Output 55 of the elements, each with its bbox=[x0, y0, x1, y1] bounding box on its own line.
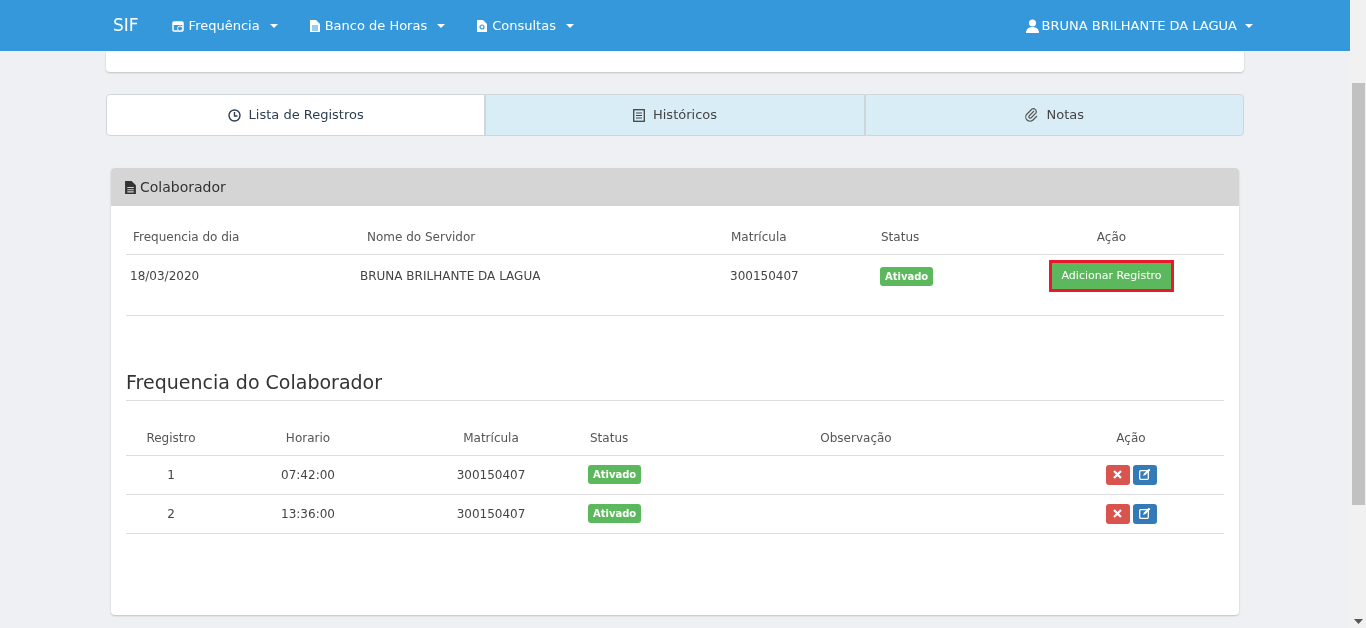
nav-menu[interactable]: Banco de Horas bbox=[309, 15, 446, 36]
column-header: Nome do Servidor bbox=[366, 229, 477, 246]
document-search-icon bbox=[477, 19, 488, 32]
table-cell-text: 13:36:00 bbox=[280, 505, 336, 523]
caret-icon bbox=[1245, 23, 1253, 28]
add-record-button[interactable]: Adicionar Registro bbox=[1051, 262, 1172, 290]
edit-button[interactable] bbox=[1132, 503, 1157, 524]
section-title: Frequencia do Colaborador bbox=[126, 368, 1224, 401]
column-header: Ação bbox=[1115, 429, 1147, 447]
list-icon bbox=[632, 108, 645, 122]
edit-button[interactable] bbox=[1132, 464, 1157, 485]
delete-button[interactable] bbox=[1105, 503, 1130, 524]
column-header: Horario bbox=[284, 429, 332, 447]
column-header: Matrícula bbox=[462, 429, 520, 447]
close-icon bbox=[1113, 509, 1122, 518]
paperclip-icon bbox=[1024, 108, 1039, 122]
tab[interactable]: Lista de Registros bbox=[106, 94, 486, 136]
scroll-down-icon[interactable] bbox=[1353, 619, 1363, 624]
table-cell-text: 18/03/2020 bbox=[129, 268, 201, 285]
tab[interactable]: Históricos bbox=[485, 94, 865, 136]
caret-icon bbox=[565, 23, 574, 28]
caret-icon bbox=[437, 23, 446, 28]
column-header: Registro bbox=[145, 429, 197, 447]
column-header: Ação bbox=[1095, 229, 1128, 246]
user-icon bbox=[1025, 18, 1039, 33]
status-badge: Ativado bbox=[588, 504, 642, 523]
tab[interactable]: Notas bbox=[864, 94, 1244, 136]
status-badge: Ativado bbox=[588, 465, 642, 484]
caret-icon bbox=[269, 23, 278, 28]
table-cell-text: 300150407 bbox=[455, 505, 527, 523]
column-header: Status bbox=[880, 229, 921, 246]
table-cell-text: 07:42:00 bbox=[280, 466, 336, 484]
clock-icon bbox=[227, 108, 241, 122]
nav-menu[interactable]: Consultas bbox=[477, 15, 574, 36]
user-menu[interactable]: BRUNA BRILHANTE DA LAGUA bbox=[1025, 15, 1253, 36]
edit-icon bbox=[1139, 508, 1150, 519]
nav-menu[interactable]: Frequência bbox=[171, 15, 278, 36]
calendar-icon bbox=[171, 19, 184, 32]
panel-title: Colaborador bbox=[140, 177, 226, 197]
delete-button[interactable] bbox=[1105, 464, 1130, 485]
document-icon bbox=[309, 19, 320, 32]
table-cell-text: 300150407 bbox=[729, 268, 800, 285]
edit-icon bbox=[1139, 469, 1150, 480]
document-icon bbox=[125, 180, 136, 194]
table-cell-text: 2 bbox=[166, 505, 176, 523]
table-cell-text: 300150407 bbox=[455, 466, 527, 484]
close-icon bbox=[1113, 470, 1122, 479]
column-header: Frequencia do dia bbox=[132, 229, 241, 246]
brand-name[interactable]: SIF bbox=[113, 12, 139, 39]
status-badge: Ativado bbox=[880, 266, 934, 286]
column-header: Matrícula bbox=[730, 229, 788, 246]
table-cell-text: BRUNA BRILHANTE DA LAGUA bbox=[360, 268, 542, 285]
column-header: Status bbox=[589, 429, 630, 447]
column-header: Observação bbox=[819, 429, 893, 447]
table-cell-text: 1 bbox=[166, 466, 176, 484]
